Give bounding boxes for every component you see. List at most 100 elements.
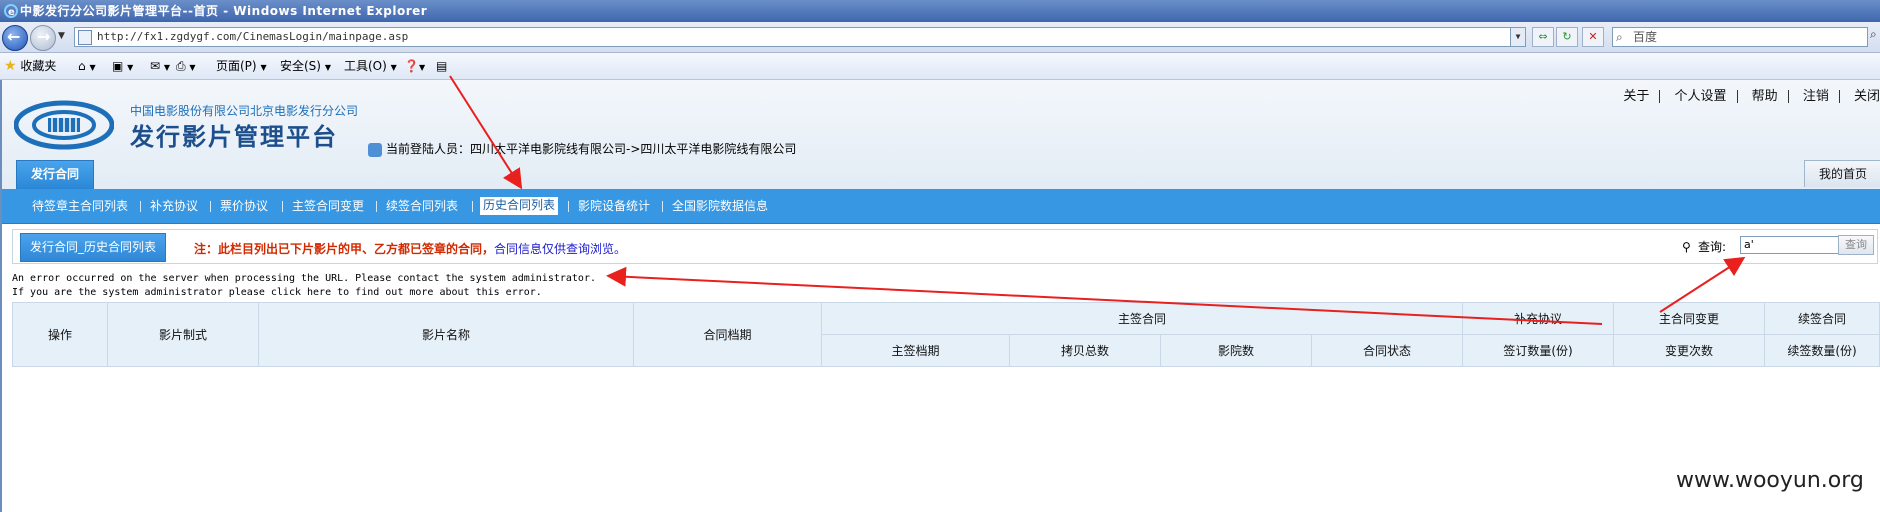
note-red-text: 此栏目列出已下片影片的甲、乙方都已签章的合同， (218, 242, 495, 256)
url-text: http://fx1.zgdygf.com/CinemasLogin/mainp… (97, 30, 409, 43)
close-link[interactable]: 关闭 (1854, 89, 1880, 104)
query-label: ⚲ 查询: (1682, 238, 1726, 255)
window-title: 中影发行分公司影片管理平台--首页 - Windows Internet Exp… (20, 4, 428, 18)
page-menu-label: 页面(P) (216, 59, 257, 73)
search-go-icon[interactable]: ⌕ (1870, 27, 1880, 47)
col-supplementary: 补充协议 (1462, 302, 1614, 335)
home-icon[interactable]: ⌂ ▼ (78, 53, 96, 81)
col-contract-status: 合同状态 (1311, 334, 1463, 367)
menu-item-supplementary[interactable]: 补充协议 (150, 189, 198, 223)
refresh-icon[interactable]: ↻ (1556, 27, 1578, 47)
favorites-label: 收藏夹 (20, 59, 57, 73)
login-user-text: 当前登陆人员：四川太平洋电影院线有限公司->四川太平洋电影院线有限公司 (386, 142, 797, 156)
menu-item-history-list[interactable]: 历史合同列表 (480, 197, 559, 215)
menu-item-contract-change[interactable]: 主签合同变更 (292, 189, 364, 223)
print-icon[interactable]: ⎙ ▼ (176, 53, 196, 81)
safety-menu-label: 安全(S) (280, 59, 321, 73)
menu-item-equipment-stats[interactable]: 影院设备统计 (578, 189, 650, 223)
menu-item-cinema-data[interactable]: 全国影院数据信息 (672, 189, 768, 223)
window-title-bar: e 中影发行分公司影片管理平台--首页 - Windows Internet E… (0, 0, 1880, 22)
link-divider (1659, 90, 1661, 103)
col-cinema-count: 影院数 (1160, 334, 1312, 367)
safety-menu[interactable]: 安全(S) ▼ (280, 53, 331, 81)
menu-divider (140, 201, 141, 212)
feeds-icon[interactable]: ▣ ▼ (112, 53, 133, 81)
back-button[interactable]: ← (2, 25, 28, 51)
stop-icon[interactable]: ✕ (1582, 27, 1604, 47)
top-links: 关于 个人设置 帮助 注销 关闭 (1623, 85, 1880, 104)
favorites-button[interactable]: ★ 收藏夹 (4, 53, 56, 79)
col-change-count: 变更次数 (1613, 334, 1765, 367)
tools-menu-label: 工具(O) (344, 59, 387, 73)
tab-contracts[interactable]: 发行合同 (16, 160, 94, 189)
history-list-tab[interactable]: 发行合同_历史合同列表 (20, 233, 166, 262)
binoculars-icon: ⚲ (1682, 240, 1691, 254)
back-arrow-icon: ← (7, 27, 21, 46)
col-contract-change: 主合同变更 (1613, 302, 1765, 335)
platform-title: 发行影片管理平台 (130, 123, 338, 151)
tab-home[interactable]: 我的首页 (1804, 160, 1880, 187)
table-header-row: 操作 影片制式 影片名称 合同档期 主签合同 补充协议 主合同变更 续签合同 (12, 302, 1880, 367)
search-input[interactable]: ⌕ 百度 (1612, 27, 1868, 47)
address-bar-row: ← → ▼ http://fx1.zgdygf.com/CinemasLogin… (0, 22, 1880, 53)
about-link[interactable]: 关于 (1623, 89, 1649, 104)
col-operation: 操作 (12, 302, 108, 367)
search-placeholder: 百度 (1633, 30, 1658, 44)
svg-text:e: e (8, 7, 15, 18)
settings-link[interactable]: 个人设置 (1675, 89, 1727, 104)
page-icon (78, 30, 92, 45)
query-input[interactable]: a' (1740, 236, 1839, 254)
col-signed-count: 签订数量(份) (1462, 334, 1614, 367)
help-icon[interactable]: ❓▼ (404, 53, 425, 81)
menu-divider (376, 201, 377, 212)
menu-divider (662, 201, 663, 212)
link-divider (1787, 90, 1789, 103)
user-icon (368, 142, 382, 157)
link-divider (1838, 90, 1840, 103)
url-input[interactable]: http://fx1.zgdygf.com/CinemasLogin/mainp… (74, 27, 1526, 47)
ie-logo-icon: e (4, 4, 18, 18)
login-info: 当前登陆人员：四川太平洋电影院线有限公司->四川太平洋电影院线有限公司 (368, 140, 796, 157)
link-divider (1736, 90, 1738, 103)
menu-item-renewal-list[interactable]: 续签合同列表 (386, 189, 458, 223)
col-renewal: 续签合同 (1764, 302, 1880, 335)
main-menu-bar: 待签章主合同列表 补充协议 票价协议 主签合同变更 续签合同列表 历史合同列表 … (2, 189, 1880, 224)
help-link[interactable]: 帮助 (1752, 89, 1778, 104)
menu-item-pending-contracts[interactable]: 待签章主合同列表 (32, 189, 128, 223)
site-logo-icon (14, 100, 114, 150)
note-blue-text: 合同信息仅供查询浏览。 (494, 242, 627, 256)
forward-button[interactable]: → (30, 25, 56, 51)
contract-table: 操作 影片制式 影片名称 合同档期 主签合同 补充协议 主合同变更 续签合同 主… (12, 302, 1880, 367)
search-icon: ⌕ (1616, 30, 1623, 44)
server-error-message: An error occurred on the server when pro… (12, 272, 596, 300)
col-renewal-count: 续签数量(份) (1764, 334, 1880, 367)
col-main-contract: 主签合同 (821, 302, 1463, 335)
list-note: 注：此栏目列出已下片影片的甲、乙方都已签章的合同，合同信息仅供查询浏览。 (194, 240, 626, 257)
tools-menu[interactable]: 工具(O) ▼ (344, 53, 397, 81)
menu-divider (282, 201, 283, 212)
compatibility-view-icon[interactable]: ⇔ (1532, 27, 1554, 47)
menu-divider (472, 201, 473, 212)
recent-pages-dropdown-icon[interactable]: ▼ (58, 31, 65, 41)
menu-divider (568, 201, 569, 212)
menu-divider (210, 201, 211, 212)
star-icon: ★ (4, 58, 17, 74)
query-button[interactable]: 查询 (1838, 235, 1874, 255)
error-line-2: If you are the system administrator plea… (12, 287, 542, 298)
error-line-1: An error occurred on the server when pro… (12, 273, 596, 284)
research-icon[interactable]: ▤ (436, 53, 447, 79)
url-dropdown-icon[interactable]: ▼ (1510, 28, 1525, 46)
col-contract-period: 合同档期 (633, 302, 822, 367)
col-film-format: 影片制式 (107, 302, 259, 367)
query-label-text: 查询: (1698, 240, 1727, 254)
page-left-border (0, 80, 2, 512)
logout-link[interactable]: 注销 (1803, 89, 1829, 104)
col-copy-total: 拷贝总数 (1009, 334, 1161, 367)
mail-icon[interactable]: ✉ ▼ (150, 53, 170, 81)
col-main-period: 主签档期 (821, 334, 1010, 367)
menu-item-ticket-price[interactable]: 票价协议 (220, 189, 268, 223)
command-bar: ★ 收藏夹 ⌂ ▼ ▣ ▼ ✉ ▼ ⎙ ▼ 页面(P) ▼ 安全(S) ▼ 工具… (0, 53, 1880, 80)
note-prefix: 注： (194, 242, 219, 256)
col-film-name: 影片名称 (258, 302, 634, 367)
page-menu[interactable]: 页面(P) ▼ (216, 53, 267, 81)
